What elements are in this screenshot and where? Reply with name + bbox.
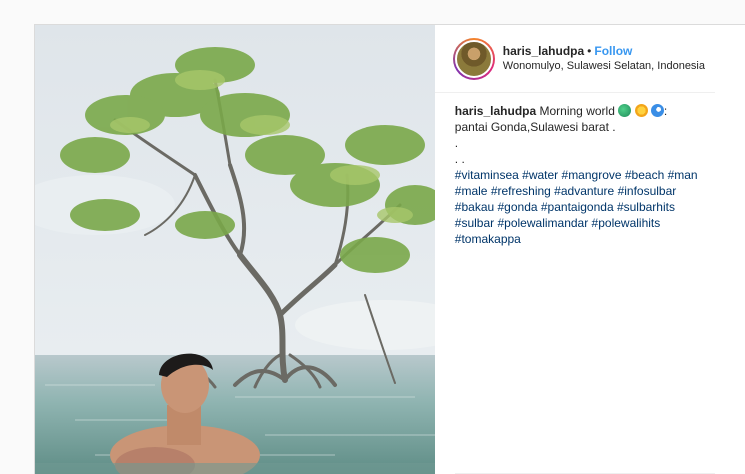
location-link[interactable]: Wonomulyo, Sulawesi Selatan, Indonesia [503, 59, 705, 74]
wave-icon [650, 104, 664, 117]
sun-icon [634, 104, 648, 117]
caption-colon: : [663, 104, 668, 118]
caption-line-1: haris_lahudpa Morning world : [455, 103, 705, 119]
caption-text: Morning world [539, 104, 615, 118]
hashtag-line[interactable]: #bakau #gonda #pantaigonda #sulbarhits [455, 199, 705, 215]
follow-button[interactable]: Follow [594, 44, 632, 58]
post-photo[interactable] [35, 25, 435, 474]
header-line: haris_lahudpa • Follow [503, 43, 705, 59]
mangrove-beach-photo [35, 25, 435, 474]
globe-icon [618, 104, 632, 117]
separator: • [587, 43, 592, 58]
caption-username[interactable]: haris_lahudpa [455, 104, 536, 118]
caption-line-2: pantai Gonda,Sulawesi barat . [454, 120, 616, 134]
avatar-image [454, 39, 493, 78]
username-link[interactable]: haris_lahudpa [503, 44, 584, 58]
hashtags: #vitaminsea #water #mangrove #beach #man… [455, 167, 705, 247]
instagram-post: haris_lahudpa • Follow Wonomulyo, Sulawesi… [34, 24, 745, 474]
avatar[interactable] [452, 37, 495, 80]
hashtag-line[interactable]: #sulbar #polewalimandar #polewalihits [455, 215, 705, 231]
caption-dot-line-1: . [454, 136, 459, 150]
caption-dot-line-2: . . [454, 152, 465, 166]
post-header: haris_lahudpa • Follow Wonomulyo, Sulawesi… [434, 25, 715, 93]
hashtag-line[interactable]: #tomakappa [455, 231, 705, 247]
hashtag-line[interactable]: #vitaminsea #water #mangrove #beach #man [455, 167, 705, 183]
header-text: haris_lahudpa • Follow Wonomulyo, Sulawesi… [503, 43, 705, 74]
post-caption: haris_lahudpa Morning world : pantai Gon… [455, 103, 705, 247]
hashtag-line[interactable]: #male #refreshing #advanture #infosulbar [455, 183, 705, 199]
post-sidebar: haris_lahudpa • Follow Wonomulyo, Sulawesi… [434, 25, 745, 474]
